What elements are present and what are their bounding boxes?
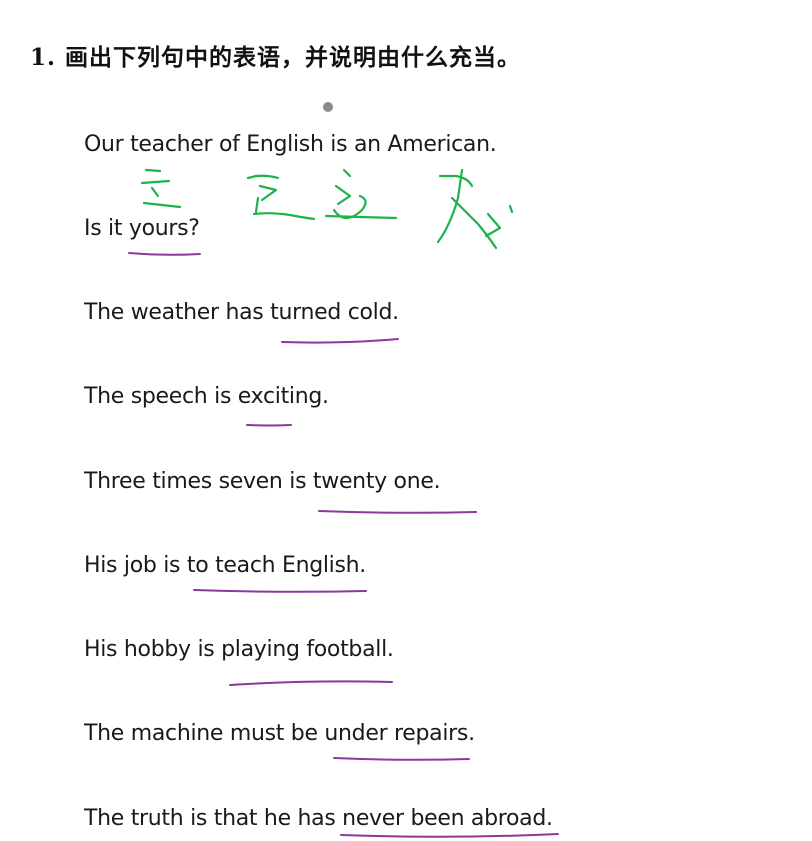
underline-playing-football [229,680,393,686]
underline-twenty-one [318,510,477,514]
sentence-1: Our teacher of English is an American. [84,132,497,157]
sentence-9: The truth is that he has never been abro… [84,806,553,831]
underline-never-been-abroad [340,833,559,838]
underline-to-teach-english [193,589,367,593]
underline-yours [128,252,201,256]
underline-turned-cold [281,338,399,344]
marker-dot [323,102,333,112]
sentence-2: Is it yours? [84,216,200,241]
sentence-5: Three times seven is twenty one. [84,469,441,494]
sentence-3: The weather has turned cold. [84,300,399,325]
worksheet-page: 1. 画出下列句中的表语，并说明由什么充当。 Our teacher of En… [0,0,812,841]
underline-under-repairs [333,757,470,761]
annotation-overlay [128,168,559,838]
sentence-8: The machine must be under repairs. [84,721,475,746]
question-heading: 1. 画出下列句中的表语，并说明由什么充当。 [30,44,522,71]
sentence-6: His job is to teach English. [84,553,366,578]
underline-exciting [246,424,292,427]
sentence-7: His hobby is playing football. [84,637,394,662]
sentence-4: The speech is exciting. [84,384,329,409]
